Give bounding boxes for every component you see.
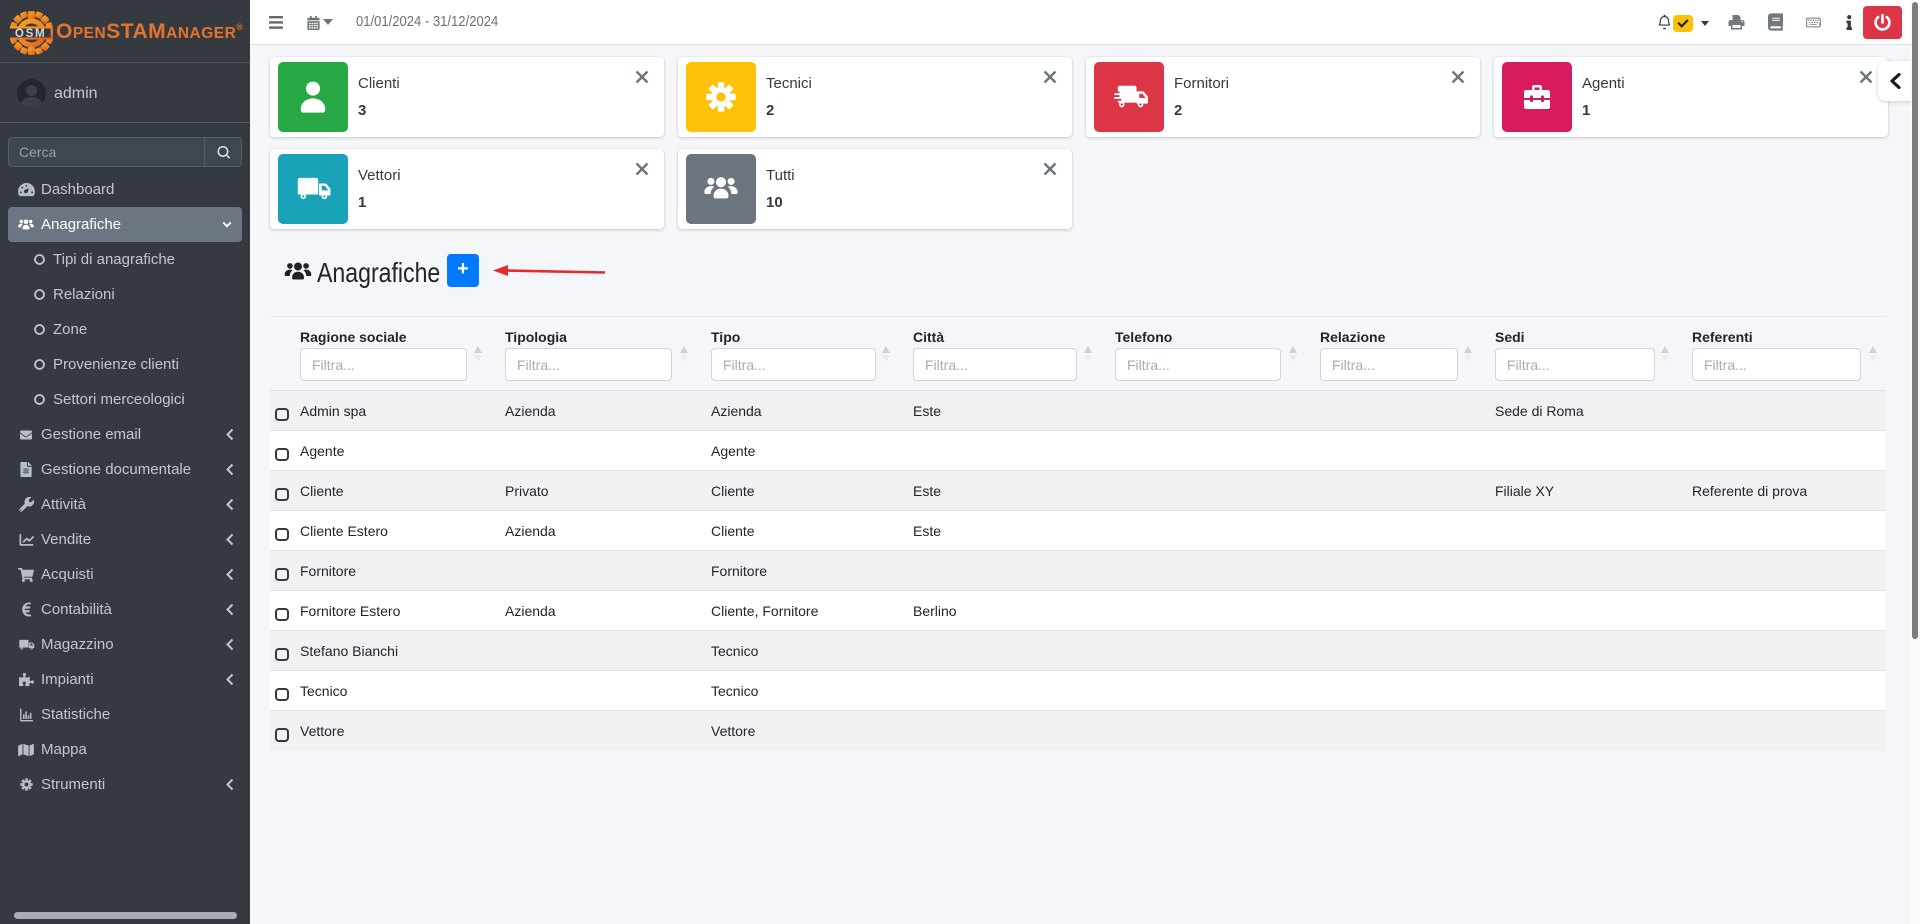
svg-text:OSM: OSM (15, 27, 47, 40)
